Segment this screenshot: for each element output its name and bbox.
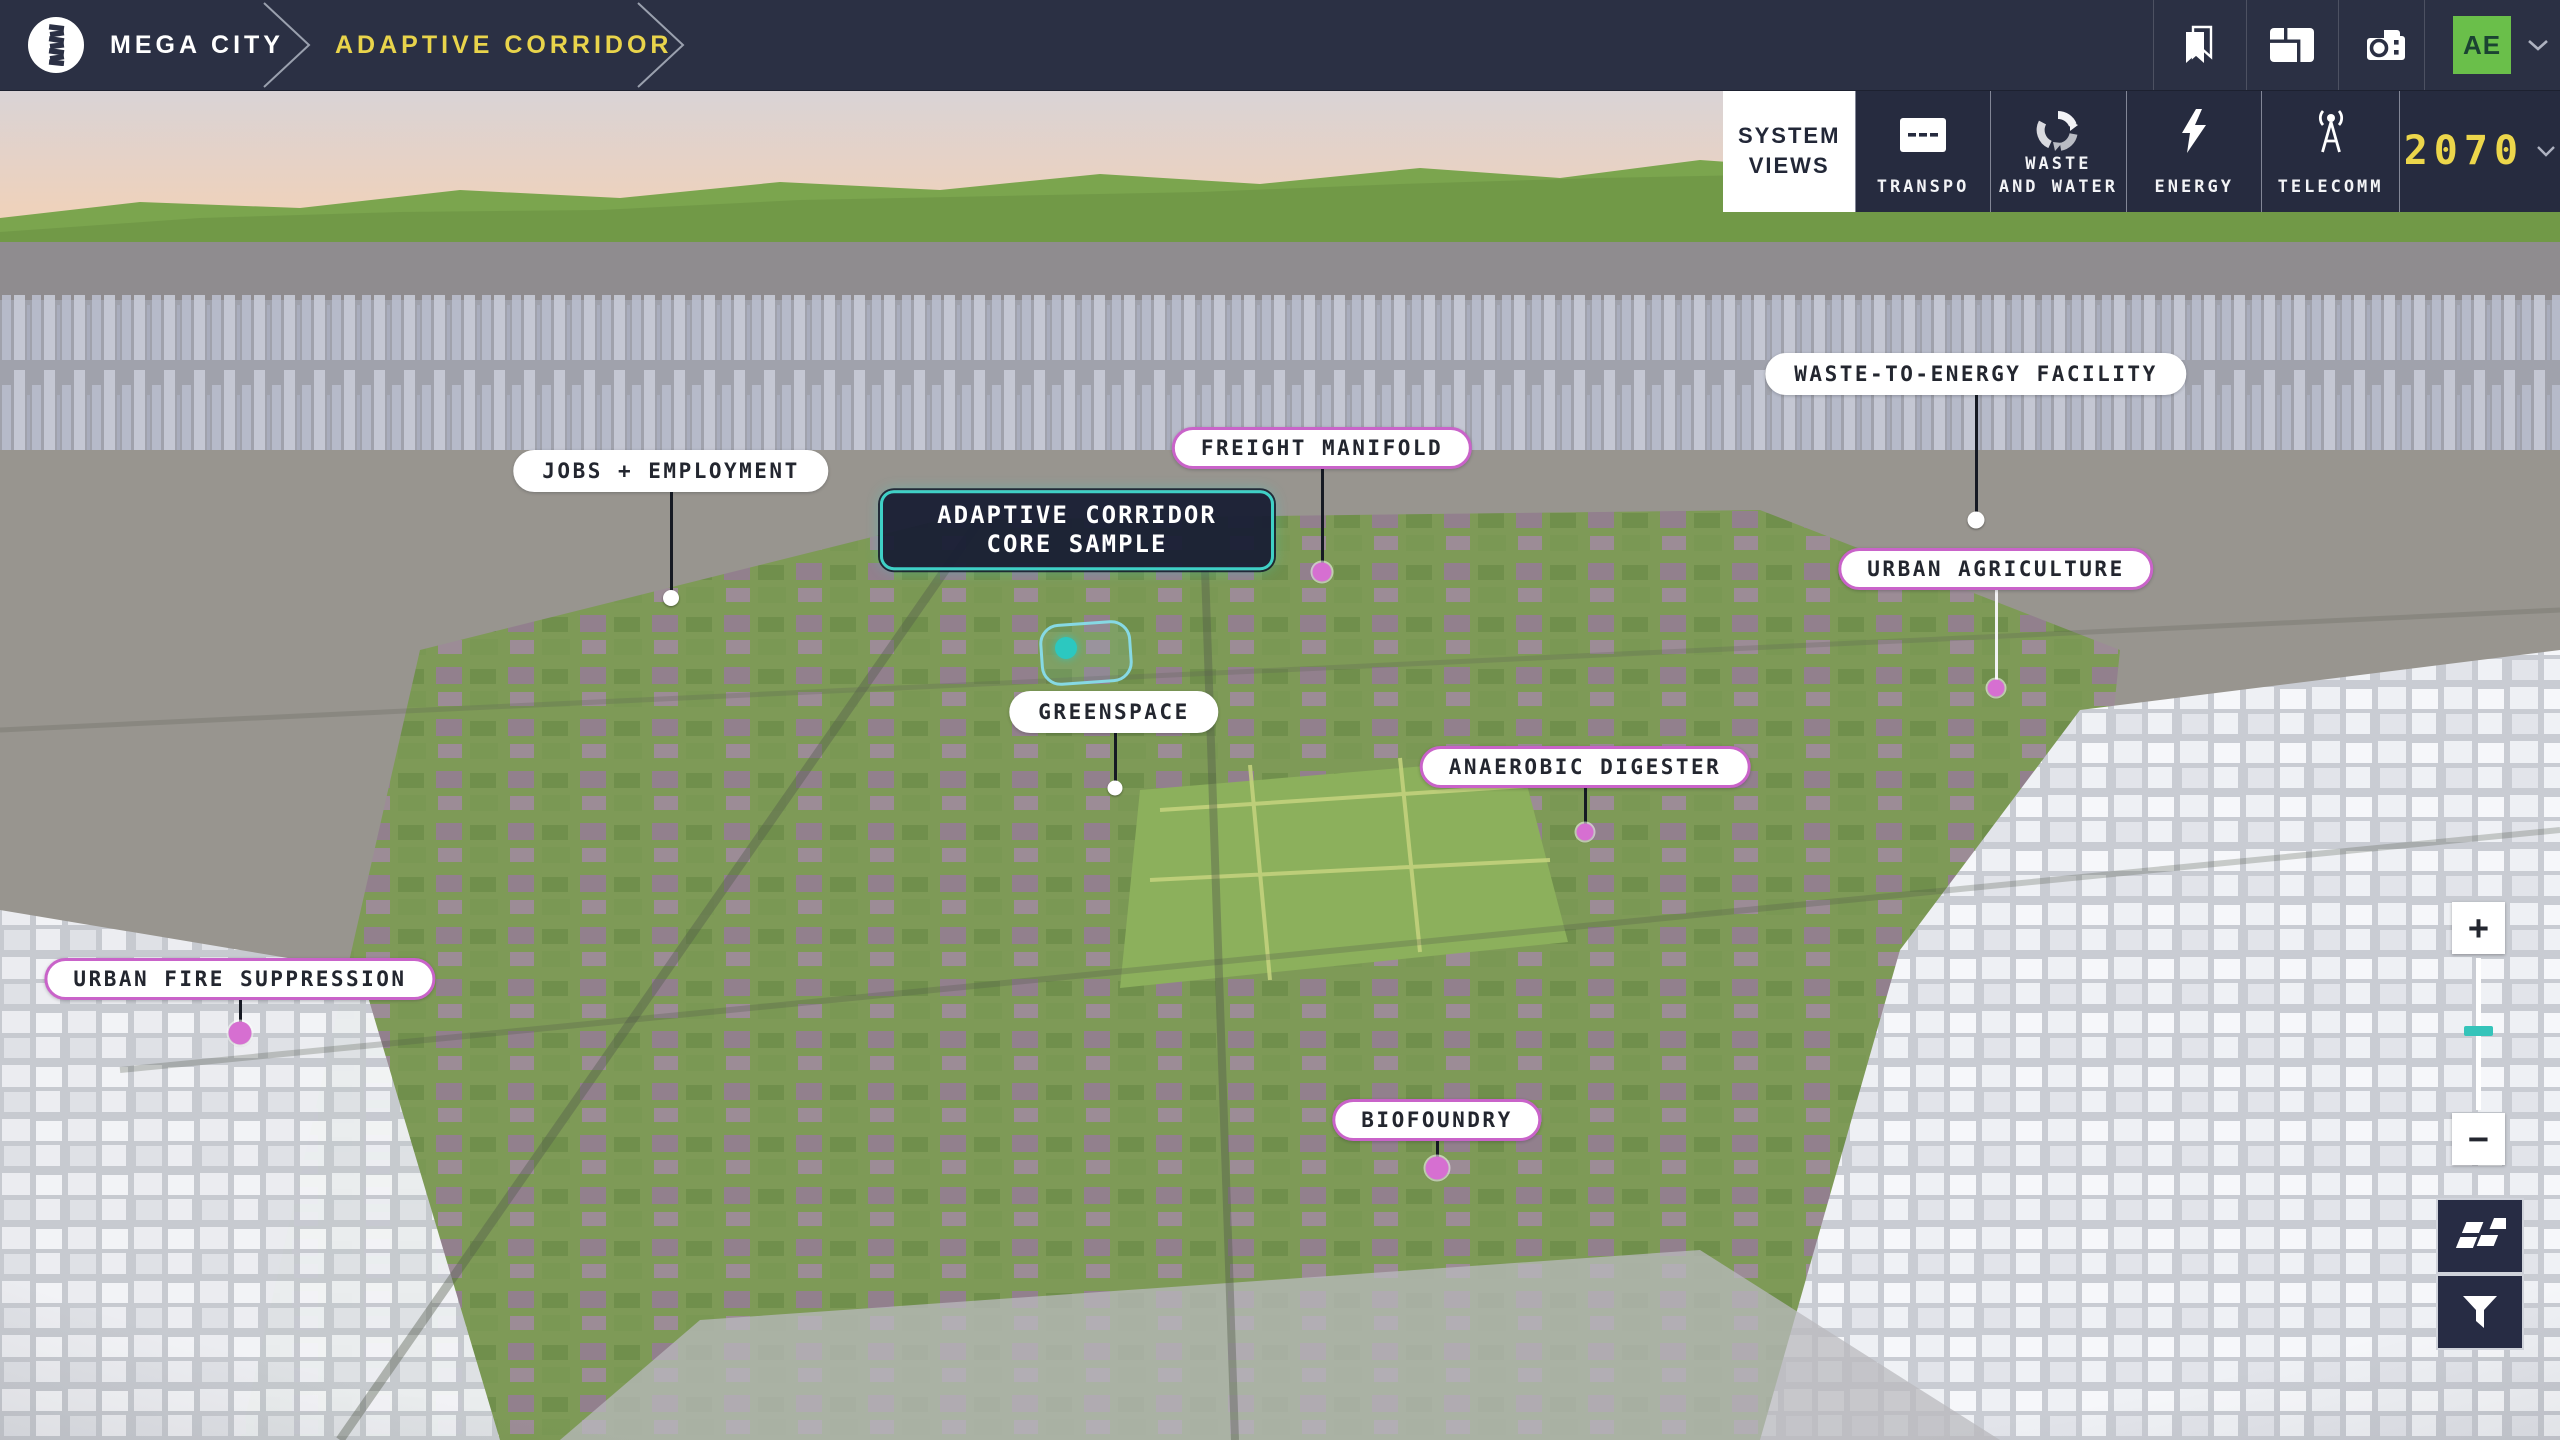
leader-line (1995, 585, 1998, 686)
system-views-title: SYSTEM VIEWS (1723, 90, 1855, 212)
map-marker-agriculture[interactable] (1988, 680, 2005, 697)
tab-label-line: AND WATER (1999, 176, 2118, 199)
mega-city-logo[interactable] (28, 17, 84, 73)
map-label-greenspace[interactable]: GREENSPACE (1009, 691, 1218, 733)
map-label-biofoundry[interactable]: BIOFOUNDRY (1332, 1099, 1541, 1141)
bookmarks-button[interactable] (2153, 0, 2245, 90)
user-avatar[interactable]: AE (2453, 16, 2511, 74)
antenna-icon (2312, 107, 2350, 153)
screenshot-button[interactable] (2338, 0, 2430, 90)
tab-energy[interactable]: ENERGY (2126, 90, 2261, 212)
map-label-urban-agriculture[interactable]: URBAN AGRICULTURE (1838, 548, 2153, 590)
account-menu-button[interactable] (2521, 0, 2555, 90)
map-label-anaerobic-digester[interactable]: ANAEROBIC DIGESTER (1420, 746, 1751, 788)
tab-label-line: ENERGY (2155, 176, 2234, 199)
map-marker-freight[interactable] (1313, 563, 1332, 582)
tab-label-line: WASTE (2025, 153, 2091, 176)
breadcrumb-current[interactable]: ADAPTIVE CORRIDOR (335, 0, 672, 90)
chevron-down-icon (2527, 39, 2549, 51)
tab-label-line: TELECOMM (2278, 176, 2384, 199)
zoom-slider-handle[interactable] (2464, 1026, 2493, 1036)
map-label-jobs-employment[interactable]: JOBS + EMPLOYMENT (513, 450, 828, 492)
chevron-down-icon (2536, 145, 2556, 157)
map-marker-waste-to-energy[interactable] (1968, 512, 1985, 529)
recycle-icon (2036, 109, 2080, 153)
layout-views-button[interactable] (2246, 0, 2338, 90)
map-marker-digester[interactable] (1577, 824, 1594, 841)
leader-line (1114, 728, 1117, 787)
top-navigation-bar: MEGA CITY ADAPTIVE CORRIDOR (0, 0, 2560, 91)
city-3d-map[interactable]: JOBS + EMPLOYMENT FREIGHT MANIFOLD ADAPT… (0, 90, 2560, 1440)
zoom-in-button[interactable]: + (2452, 902, 2505, 954)
corridor-sample-marker[interactable] (1055, 637, 1077, 659)
layout-dashboard-icon (2269, 27, 2315, 63)
system-views-title-line: SYSTEM (1738, 121, 1840, 151)
city-render (0, 90, 2560, 1440)
system-views-title-line: VIEWS (1749, 151, 1830, 181)
tab-waste-and-water[interactable]: WASTE AND WATER (1990, 90, 2126, 212)
leader-line (1975, 389, 1978, 520)
transit-dashes-icon (1899, 117, 1947, 153)
leader-line (1321, 464, 1324, 570)
tab-telecomm[interactable]: TELECOMM (2261, 90, 2398, 212)
camera-icon (2362, 28, 2406, 62)
basemap-layers-button[interactable] (2436, 1198, 2524, 1274)
filter-button[interactable] (2436, 1274, 2524, 1350)
map-marker-jobs[interactable] (663, 590, 679, 606)
zoom-out-button[interactable]: − (2452, 1113, 2505, 1165)
map-label-waste-to-energy[interactable]: WASTE-TO-ENERGY FACILITY (1765, 353, 2186, 395)
filter-funnel-icon (2461, 1294, 2499, 1330)
lightning-bolt-icon (2180, 109, 2208, 153)
system-views-panel: SYSTEM VIEWS TRANSPO (1723, 90, 2560, 212)
tower-logo-icon (37, 24, 75, 66)
tab-transpo[interactable]: TRANSPO (1855, 90, 1989, 212)
breadcrumb-root[interactable]: MEGA CITY (110, 0, 284, 90)
year-selector[interactable]: 2070 (2399, 90, 2560, 212)
leader-line (670, 487, 673, 598)
map-label-adaptive-corridor-core-sample[interactable]: ADAPTIVE CORRIDOR CORE SAMPLE (880, 490, 1274, 570)
tab-label-line: TRANSPO (1877, 176, 1970, 199)
map-marker-greenspace[interactable] (1108, 781, 1123, 796)
map-label-freight-manifold[interactable]: FREIGHT MANIFOLD (1172, 427, 1472, 469)
map-marker-biofoundry[interactable] (1426, 1157, 1449, 1180)
map-marker-fire-suppression[interactable] (229, 1022, 252, 1045)
basemap-tiles-icon (2454, 1218, 2506, 1254)
app-window: JOBS + EMPLOYMENT FREIGHT MANIFOLD ADAPT… (0, 0, 2560, 1440)
year-value: 2070 (2404, 128, 2524, 174)
bookmark-icon (2181, 24, 2217, 66)
corridor-sample-zone-outline (1038, 619, 1134, 687)
map-label-urban-fire-suppression[interactable]: URBAN FIRE SUPPRESSION (44, 958, 435, 1000)
